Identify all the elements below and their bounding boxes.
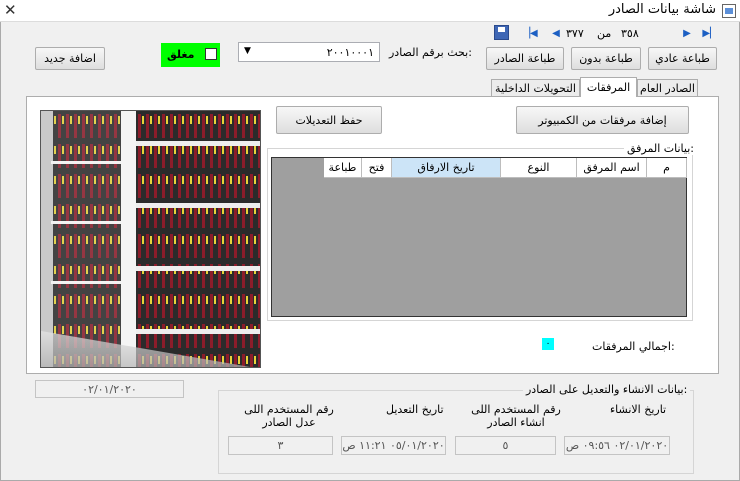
modified-user-field[interactable]: ٣ [228,436,333,455]
created-date-field[interactable]: ٠٢/٠١/٢٠٢٠ ٠٩:٥٦ ص [564,436,670,455]
first-record-icon[interactable]: ▕◀ [522,26,537,40]
next-record-icon[interactable]: ▶ [680,26,694,40]
title-bar: شاشة بيانات الصادر ✕ [0,0,740,22]
tab-internal-transfers[interactable]: التحويلات الداخلية [491,79,580,97]
app-icon [722,4,736,18]
created-user-field[interactable]: ٥ [455,436,556,455]
save-icon-label [498,27,505,32]
last-record-icon[interactable]: ▶▏ [702,26,717,40]
search-select[interactable]: ٢٠٠١٠٠٠١ ▼ [238,42,380,62]
modified-date-field[interactable]: ٠٥/٠١/٢٠٢٠ ١١:٢١ ص [341,436,446,455]
closed-checkbox[interactable] [205,48,217,60]
attachments-grid[interactable]: م اسم المرفق النوع تاريخ الارفاق فتح طبا… [271,157,687,317]
audit-group-title: بيانات الانشاء والتعديل على الصادر: [523,383,691,396]
total-attachments-value: ٠ [542,338,554,350]
close-icon[interactable]: ✕ [4,1,17,19]
total-attachments-label: اجمالي المرفقات: [592,340,675,353]
created-user-label: رقم المستخدم اللى انشاء الصادر [471,403,561,429]
closed-label: مغلق [167,48,195,61]
chevron-down-icon: ▼ [244,46,251,56]
add-attachments-from-pc-button[interactable]: إضافة مرفقات من الكمبيوتر [516,106,689,134]
window-title: شاشة بيانات الصادر [608,2,716,17]
date-field[interactable]: ٠٢/٠١/٢٠٢٠ [35,380,184,398]
modified-date-label: تاريخ التعديل [386,403,444,416]
print-outgoing-button[interactable]: طباعة الصادر [486,47,564,70]
modified-user-label: رقم المستخدم اللى عدل الصادر [244,403,334,429]
save-changes-button[interactable]: حفظ التعديلات [276,106,382,134]
tab-attachments[interactable]: المرفقات [580,77,637,97]
add-new-button[interactable]: اضافة جديد [35,47,105,70]
previous-record-icon[interactable]: ◀ [549,26,563,40]
search-label: بحث برقم الصادر: [389,46,472,59]
tab-general-outgoing[interactable]: الصادر العام [637,79,698,97]
archive-shelves-illustration [41,111,260,367]
of-label: من [597,27,612,40]
column-header-attach-date[interactable]: تاريخ الارفاق [392,158,501,178]
save-icon[interactable] [494,25,509,40]
attachment-preview-image [40,110,261,368]
print-normal-button[interactable]: طباعة عادي [648,47,717,70]
created-date-label: تاريخ الانشاء [610,403,667,416]
total-records: ٣٧٧ [566,27,584,40]
current-record-field[interactable]: ٣٥٨ [616,24,674,42]
column-header-index[interactable]: م [647,158,687,178]
column-header-open[interactable]: فتح [362,158,392,178]
column-header-print[interactable]: طباعة [324,158,362,178]
column-header-name[interactable]: اسم المرفق [577,158,647,178]
print-without-button[interactable]: طباعة بدون [571,47,641,70]
closed-checkbox-area[interactable]: مغلق [161,43,220,67]
attachment-group-title: بيانات المرفق: [624,142,697,155]
column-header-type[interactable]: النوع [501,158,577,178]
search-value: ٢٠٠١٠٠٠١ [326,45,374,59]
